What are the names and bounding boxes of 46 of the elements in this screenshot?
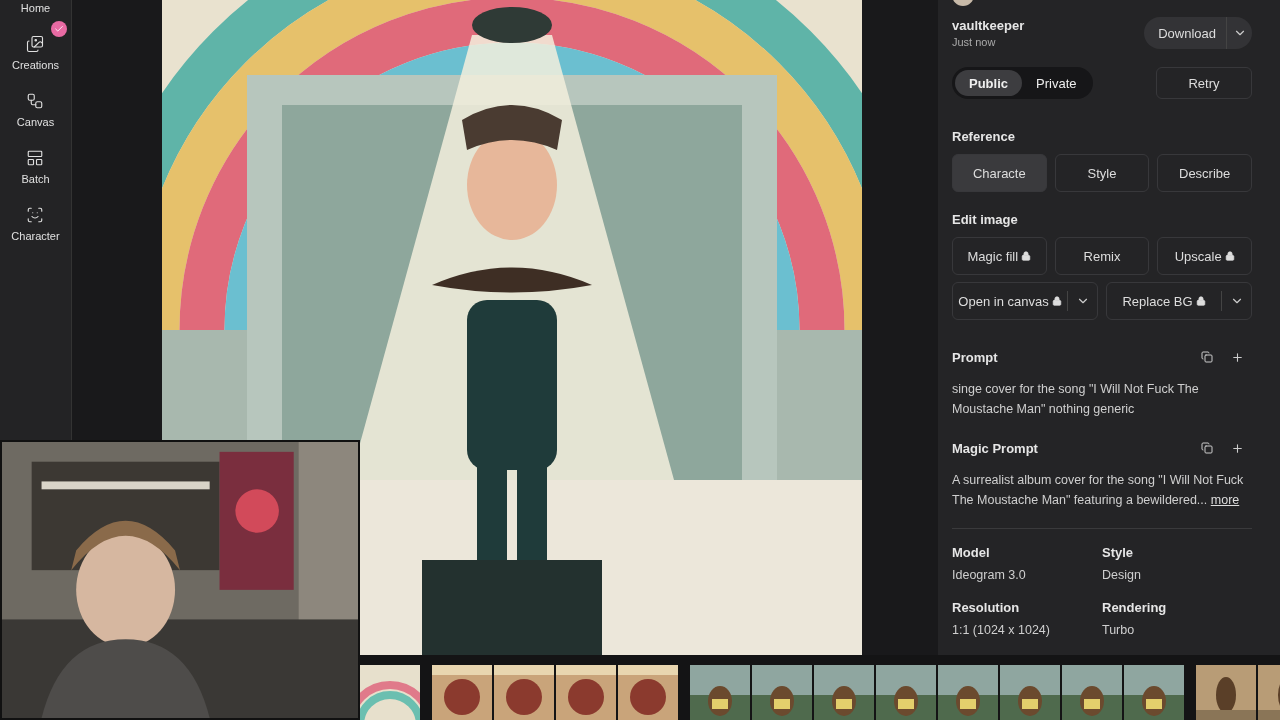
plus-icon[interactable] (1231, 351, 1244, 364)
detail-value: 1:1 (1024 x 1024) (952, 623, 1051, 637)
visibility-option[interactable]: Public (955, 70, 1022, 96)
detail-label: Resolution (952, 600, 1021, 615)
section-title: Magic Prompt (952, 441, 1038, 456)
reference-button[interactable]: Describe (1157, 154, 1252, 192)
more-link[interactable]: more (1210, 493, 1240, 507)
visibility-option[interactable]: Private (1022, 70, 1091, 96)
detail-value: Turbo (1102, 623, 1136, 637)
lock-icon (1051, 296, 1062, 306)
face-scan-icon (26, 206, 45, 224)
lock-icon (1224, 251, 1235, 261)
magic-prompt-text: A surrealist album cover for the song "I Will Not Fuck The Moustache Man" featuring a bewildered... more (952, 472, 1245, 509)
detail-label: Style (1102, 545, 1135, 560)
section-title: Edit image (952, 212, 1019, 227)
edit-button[interactable]: Upscale (1157, 237, 1252, 275)
lock-icon (1195, 296, 1206, 306)
prompt-text: singe cover for the song "I Will Not Fuck The Moustache Man" nothing generic (952, 381, 1200, 418)
timestamp: Just now (952, 36, 997, 48)
copy-icon[interactable] (1201, 442, 1213, 455)
retry-button[interactable]: Retry (1156, 67, 1252, 99)
detail-label: Model (952, 545, 991, 560)
edit-button[interactable]: Remix (1054, 237, 1150, 275)
user-name[interactable]: vaultkeeper (952, 18, 1025, 33)
download-button[interactable]: Download (1144, 17, 1226, 49)
sidebar-item[interactable]: Canvas (12, 92, 59, 128)
section-title: Reference (952, 129, 1016, 144)
sidebar-item[interactable]: Character (7, 206, 64, 242)
edit-button[interactable]: Open in canvas (953, 283, 1067, 319)
copy-icon[interactable] (1201, 351, 1213, 364)
edit-button[interactable]: Replace BG (1107, 283, 1221, 319)
sidebar-item[interactable]: Creations (7, 35, 64, 71)
sidebar-item[interactable]: Batch (17, 149, 54, 185)
detail-label: Rendering (1102, 600, 1168, 615)
reference-button[interactable]: Characte (952, 154, 1047, 192)
images-icon (26, 35, 45, 53)
panel-icon (26, 149, 45, 167)
detail-value: Design (1102, 568, 1142, 582)
detail-value: Ideogram 3.0 (952, 568, 1027, 582)
lock-icon (1021, 251, 1032, 261)
section-title: Prompt (952, 350, 998, 365)
sidebar-item[interactable]: Home (16, 2, 55, 14)
nodes-icon (26, 92, 45, 110)
edit-button[interactable]: Magic fill (952, 237, 1047, 275)
plus-icon[interactable] (1231, 442, 1244, 455)
reference-button[interactable]: Style (1054, 154, 1150, 192)
